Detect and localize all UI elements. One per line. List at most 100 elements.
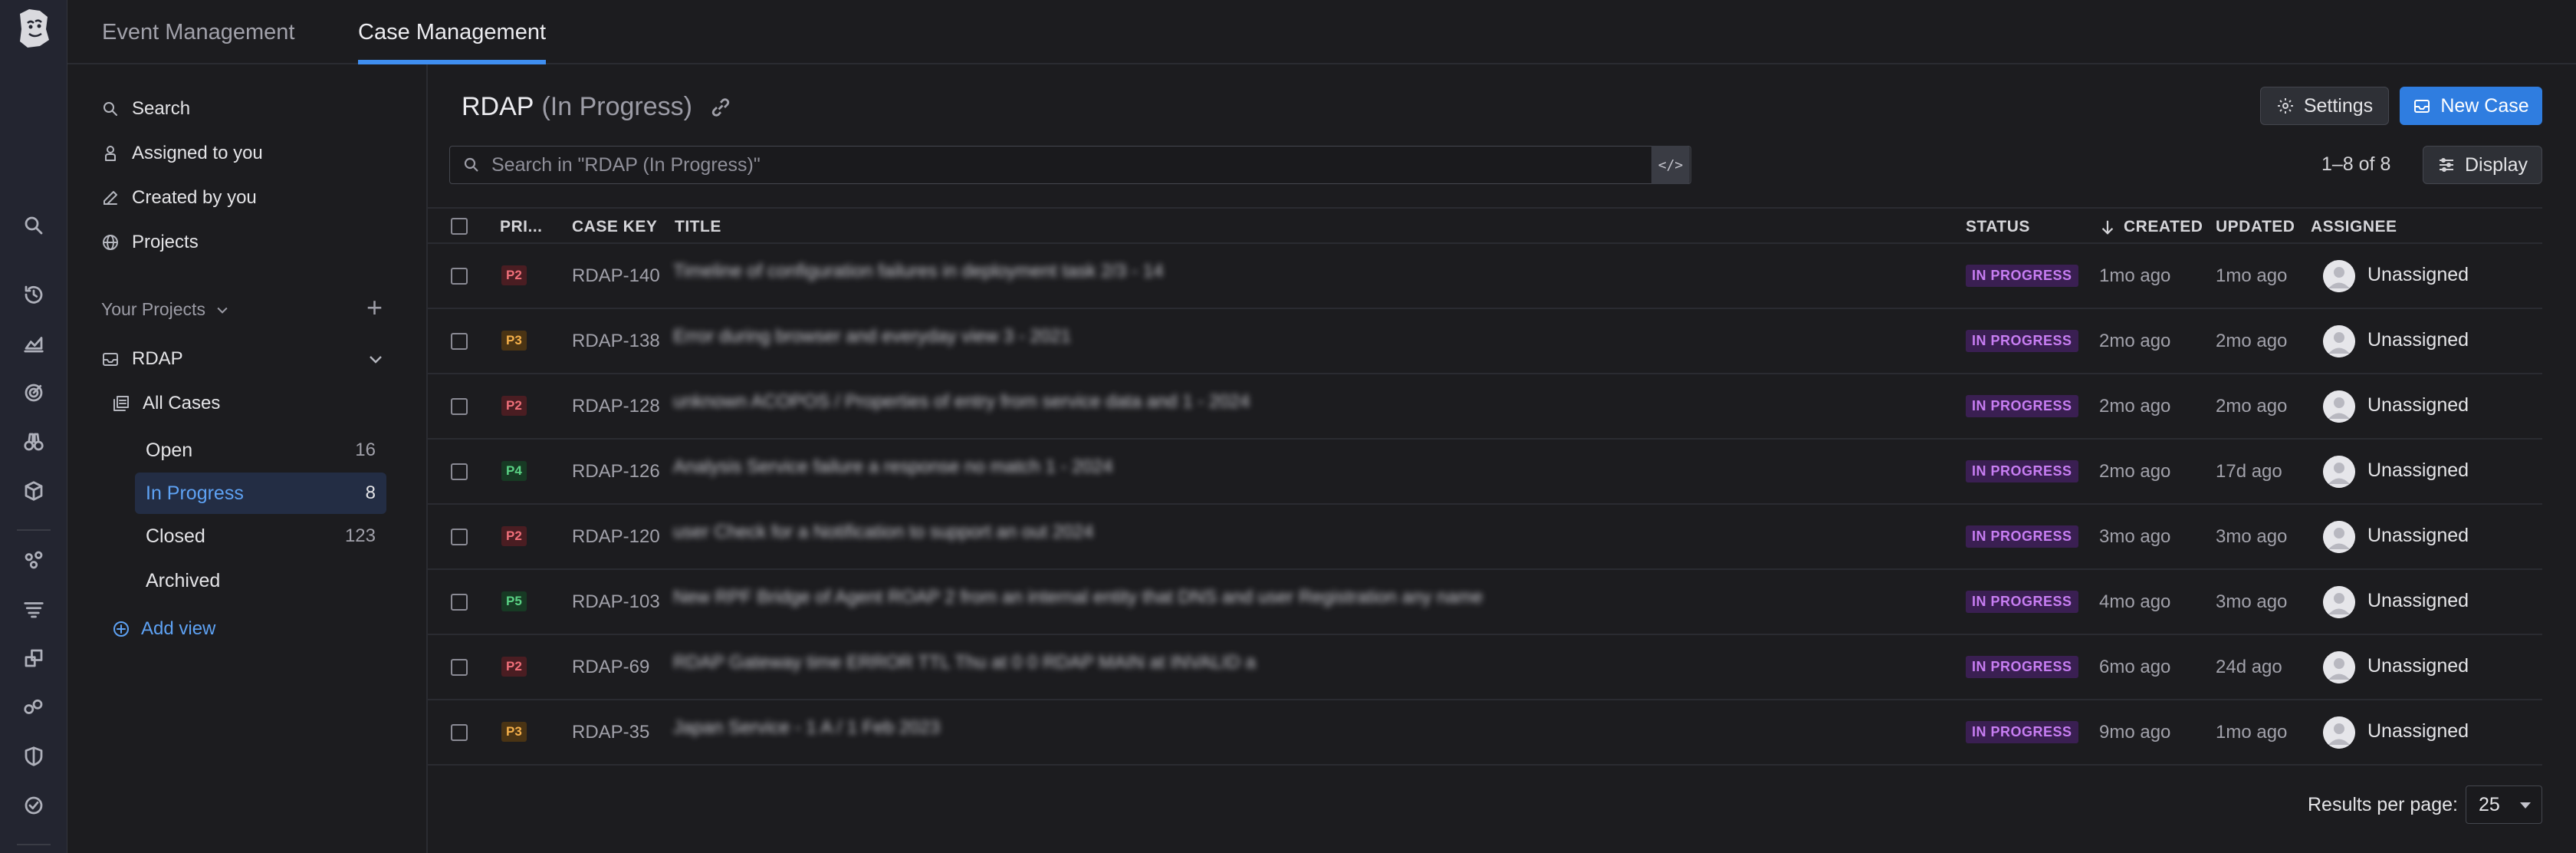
case-key[interactable]: RDAP-120 xyxy=(572,526,660,548)
all-cases[interactable]: All Cases xyxy=(112,388,220,419)
service-mgmt-icon[interactable] xyxy=(18,790,49,821)
new-case-button[interactable]: New Case xyxy=(2400,87,2542,125)
table-row[interactable]: P3 RDAP-35 Japan Service - 1 A / 1 Feb 2… xyxy=(428,700,2542,766)
settings-button[interactable]: Settings xyxy=(2260,87,2389,125)
case-title[interactable]: user Check for a Notification to support… xyxy=(673,522,1093,552)
link-icon[interactable] xyxy=(709,96,732,119)
priority-badge: P3 xyxy=(501,331,527,351)
settings-label: Settings xyxy=(2303,94,2374,117)
assignee-name[interactable]: Unassigned xyxy=(2367,394,2469,417)
case-key[interactable]: RDAP-69 xyxy=(572,657,649,678)
chevron-down-icon[interactable] xyxy=(366,350,385,368)
add-project-icon[interactable]: + xyxy=(366,294,383,321)
assignee-name[interactable]: Unassigned xyxy=(2367,459,2469,482)
table-row[interactable]: P5 RDAP-103 New RPF Bridge of Agent ROAP… xyxy=(428,570,2542,635)
col-title[interactable]: TITLE xyxy=(675,218,721,236)
security-icon[interactable] xyxy=(18,741,49,772)
assignee-name[interactable]: Unassigned xyxy=(2367,655,2469,677)
table-row[interactable]: P4 RDAP-126 Analysis Service failure a r… xyxy=(428,440,2542,505)
table-row[interactable]: P3 RDAP-138 Error during browser and eve… xyxy=(428,309,2542,374)
add-view-link[interactable]: Add view xyxy=(112,614,215,644)
dashboards-icon[interactable] xyxy=(18,328,49,359)
synthetics-icon[interactable] xyxy=(18,692,49,723)
nav-search[interactable]: Search xyxy=(101,94,190,124)
case-key[interactable]: RDAP-103 xyxy=(572,591,660,613)
search-input[interactable] xyxy=(491,153,1691,176)
row-checkbox[interactable] xyxy=(451,529,468,545)
your-projects-toggle[interactable]: Your Projects xyxy=(101,299,230,320)
col-case-key[interactable]: CASE KEY xyxy=(572,218,657,236)
case-key[interactable]: RDAP-138 xyxy=(572,331,660,352)
new-case-label: New Case xyxy=(2440,94,2529,117)
case-key[interactable]: RDAP-128 xyxy=(572,396,660,417)
search-icon xyxy=(464,157,478,172)
tab-case-management[interactable]: Case Management xyxy=(358,20,547,64)
case-title[interactable]: unknown ACOPOS / Properties of entry fro… xyxy=(673,391,1250,422)
view-subtitle: (In Progress) xyxy=(541,92,692,121)
case-key[interactable]: RDAP-126 xyxy=(572,461,660,482)
integrations-icon[interactable] xyxy=(18,545,49,575)
case-title[interactable]: RDAP Gateway time ERROR TTL Thu at 0 0 R… xyxy=(673,652,1256,683)
query-syntax-icon[interactable]: </> xyxy=(1651,146,1690,184)
assignee-name[interactable]: Unassigned xyxy=(2367,720,2469,743)
row-checkbox[interactable] xyxy=(451,333,468,350)
table-row[interactable]: P2 RDAP-128 unknown ACOPOS / Properties … xyxy=(428,374,2542,440)
case-title[interactable]: Analysis Service failure a response no m… xyxy=(673,456,1113,487)
case-title[interactable]: New RPF Bridge of Agent ROAP 2 from an i… xyxy=(673,587,1483,618)
nav-assigned-label: Assigned to you xyxy=(132,143,263,163)
row-checkbox[interactable] xyxy=(451,724,468,741)
table-row[interactable]: P2 RDAP-140 Timeline of configuration fa… xyxy=(428,244,2542,309)
watchdog-icon[interactable] xyxy=(18,426,49,457)
nav-projects[interactable]: Projects xyxy=(101,227,199,258)
table-row[interactable]: P2 RDAP-69 RDAP Gateway time ERROR TTL T… xyxy=(428,635,2542,700)
infrastructure-icon[interactable] xyxy=(18,476,49,506)
datadog-logo[interactable] xyxy=(14,6,52,51)
select-all-checkbox[interactable] xyxy=(451,218,468,235)
case-title[interactable]: Japan Service - 1 A / 1 Feb 2023 xyxy=(673,717,940,748)
col-priority[interactable]: PRI... xyxy=(500,218,543,236)
table-header: PRI... CASE KEY TITLE STATUS CREATED UPD… xyxy=(428,207,2542,244)
case-key[interactable]: RDAP-35 xyxy=(572,722,649,743)
col-assignee[interactable]: ASSIGNEE xyxy=(2311,218,2397,236)
history-icon[interactable] xyxy=(18,279,49,310)
row-checkbox[interactable] xyxy=(451,398,468,415)
row-checkbox[interactable] xyxy=(451,594,468,611)
assignee-name[interactable]: Unassigned xyxy=(2367,329,2469,351)
view-archived[interactable]: Archived xyxy=(135,560,386,601)
priority-badge: P3 xyxy=(501,722,527,742)
view-closed[interactable]: Closed 123 xyxy=(135,515,386,557)
updated-time: 24d ago xyxy=(2216,657,2282,677)
assignee-name[interactable]: Unassigned xyxy=(2367,264,2469,286)
assignee-name[interactable]: Unassigned xyxy=(2367,590,2469,612)
view-in-progress[interactable]: In Progress 8 xyxy=(135,473,386,514)
col-updated[interactable]: UPDATED xyxy=(2216,218,2295,236)
row-checkbox[interactable] xyxy=(451,463,468,480)
table-row[interactable]: P2 RDAP-120 user Check for a Notificatio… xyxy=(428,505,2542,570)
app-rail xyxy=(0,0,67,853)
row-checkbox[interactable] xyxy=(451,268,468,285)
case-title[interactable]: Timeline of configuration failures in de… xyxy=(673,261,1163,291)
apm-icon[interactable] xyxy=(18,643,49,674)
monitors-icon[interactable] xyxy=(18,377,49,408)
tab-event-management[interactable]: Event Management xyxy=(102,20,294,64)
search-icon[interactable] xyxy=(18,210,49,241)
sort-desc-icon[interactable] xyxy=(2099,218,2116,236)
col-created[interactable]: CREATED xyxy=(2124,218,2203,236)
row-checkbox[interactable] xyxy=(451,659,468,676)
col-status[interactable]: STATUS xyxy=(1966,218,2030,236)
cases-table: PRI... CASE KEY TITLE STATUS CREATED UPD… xyxy=(428,207,2542,766)
results-per-page-select[interactable]: 25 xyxy=(2466,785,2542,824)
case-key[interactable]: RDAP-140 xyxy=(572,265,660,287)
display-label: Display xyxy=(2465,153,2528,176)
nav-created-by-you[interactable]: Created by you xyxy=(101,183,257,213)
view-open[interactable]: Open 16 xyxy=(135,430,386,471)
assignee-name[interactable]: Unassigned xyxy=(2367,525,2469,547)
case-search[interactable] xyxy=(449,146,1691,184)
rail-divider xyxy=(17,529,51,531)
nav-assigned-to-you[interactable]: Assigned to you xyxy=(101,138,263,169)
project-rdap[interactable]: RDAP xyxy=(101,344,183,374)
logs-icon[interactable] xyxy=(18,594,49,624)
case-title[interactable]: Error during browser and everyday view 3… xyxy=(673,326,1071,357)
display-button[interactable]: Display xyxy=(2423,146,2542,184)
user-icon xyxy=(105,146,116,161)
